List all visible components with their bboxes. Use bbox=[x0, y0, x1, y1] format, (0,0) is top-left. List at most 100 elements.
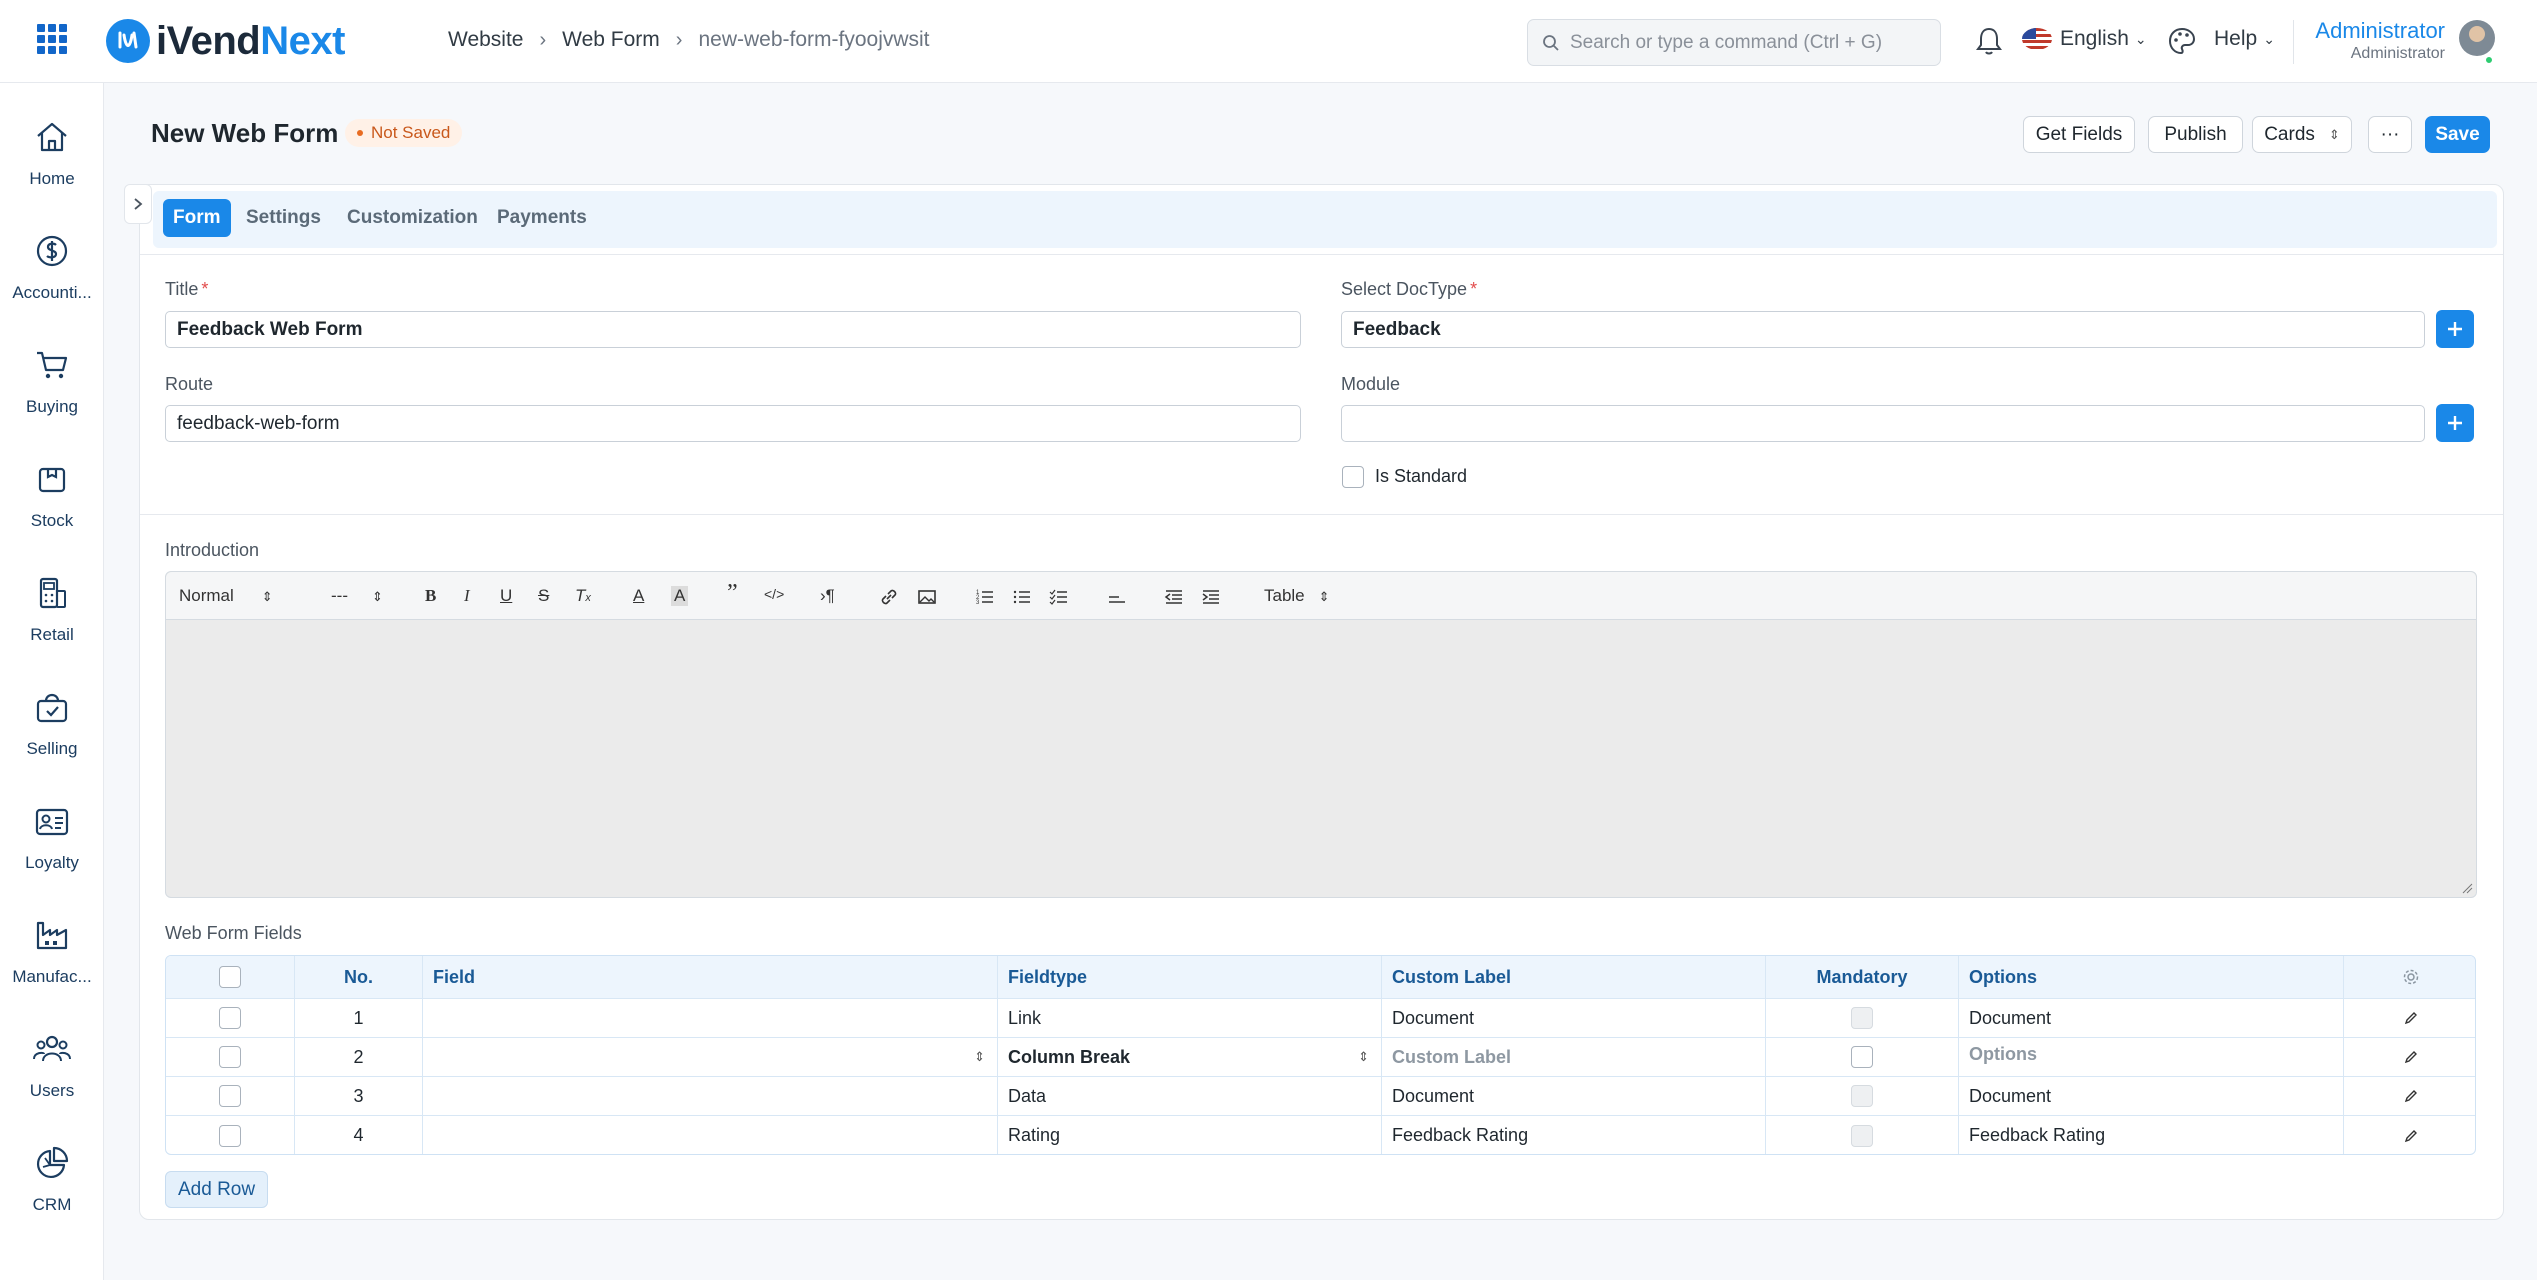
sidebar-item-stock[interactable]: Stock bbox=[0, 461, 104, 561]
sidebar-item-buying[interactable]: Buying bbox=[0, 347, 104, 447]
mandatory-checkbox[interactable] bbox=[1851, 1007, 1873, 1029]
ordered-list-icon[interactable]: 123 bbox=[974, 586, 996, 608]
blockquote-icon[interactable]: ” bbox=[727, 580, 738, 607]
paragraph-style-select[interactable]: Normal ⇕ bbox=[179, 586, 273, 606]
app-logo[interactable]: iVendNext bbox=[106, 18, 345, 64]
route-field[interactable]: feedback-web-form bbox=[165, 405, 1301, 442]
pencil-icon[interactable] bbox=[2403, 1088, 2419, 1104]
background-color-icon[interactable]: A bbox=[671, 586, 689, 606]
language-selector[interactable]: English ⌄ bbox=[2022, 27, 2147, 51]
tab-payments[interactable]: Payments bbox=[487, 199, 597, 237]
doctype-field[interactable]: Feedback bbox=[1341, 311, 2425, 348]
pencil-icon[interactable] bbox=[2403, 1049, 2419, 1065]
custom-label-cell[interactable]: Document bbox=[1382, 999, 1766, 1037]
sidebar-item-accounting[interactable]: Accounti... bbox=[0, 233, 104, 333]
font-select[interactable]: --- ⇕ bbox=[331, 586, 383, 606]
field-cell[interactable] bbox=[423, 999, 998, 1037]
field-cell[interactable] bbox=[423, 1077, 998, 1115]
bold-icon[interactable]: B bbox=[425, 586, 436, 606]
fieldtype-cell[interactable]: Rating bbox=[998, 1116, 1382, 1154]
publish-button[interactable]: Publish bbox=[2148, 116, 2243, 153]
table-row[interactable]: 4 Rating Feedback Rating Feedback Rating bbox=[166, 1116, 2475, 1154]
image-icon[interactable] bbox=[916, 586, 938, 608]
text-direction-icon[interactable]: ›¶ bbox=[820, 586, 835, 606]
outdent-icon[interactable] bbox=[1163, 586, 1185, 608]
view-mode-select[interactable]: Cards ⇕ bbox=[2252, 116, 2352, 153]
options-cell[interactable]: Feedback Rating bbox=[1959, 1116, 2344, 1154]
breadcrumb-website[interactable]: Website bbox=[448, 28, 523, 52]
row-checkbox[interactable] bbox=[219, 1046, 241, 1068]
sidebar-item-retail[interactable]: Retail bbox=[0, 575, 104, 675]
is-standard-checkbox[interactable] bbox=[1342, 466, 1364, 488]
table-select[interactable]: Table ⇕ bbox=[1264, 586, 1330, 606]
table-row[interactable]: 2 ⇕ Column Break ⇕ Custom Label Options bbox=[166, 1038, 2475, 1077]
search-input[interactable] bbox=[1570, 31, 1930, 54]
custom-label-cell[interactable]: Feedback Rating bbox=[1382, 1116, 1766, 1154]
tab-settings[interactable]: Settings bbox=[236, 199, 331, 237]
add-doctype-button[interactable] bbox=[2436, 310, 2474, 348]
title-field[interactable]: Feedback Web Form bbox=[165, 311, 1301, 348]
row-checkbox[interactable] bbox=[219, 1124, 241, 1147]
add-row-button[interactable]: Add Row bbox=[165, 1171, 269, 1208]
options-cell[interactable]: Document bbox=[1959, 999, 2344, 1037]
more-actions-button[interactable]: ··· bbox=[2368, 116, 2412, 153]
gear-icon[interactable] bbox=[2402, 968, 2420, 986]
user-name[interactable]: Administrator bbox=[2315, 18, 2445, 44]
theme-palette-icon[interactable] bbox=[2167, 26, 2197, 56]
resize-handle-icon[interactable] bbox=[2461, 882, 2473, 894]
clear-format-icon[interactable]: Tx bbox=[575, 586, 591, 606]
indent-icon[interactable] bbox=[1200, 586, 1222, 608]
save-button[interactable]: Save bbox=[2425, 116, 2490, 153]
field-select[interactable]: ⇕ bbox=[423, 1038, 998, 1076]
add-module-button[interactable] bbox=[2436, 404, 2474, 442]
checklist-icon[interactable] bbox=[1048, 586, 1070, 608]
code-icon[interactable]: </> bbox=[764, 586, 784, 602]
options-cell[interactable]: Document bbox=[1959, 1077, 2344, 1115]
text-color-icon[interactable]: A bbox=[633, 586, 644, 606]
pencil-icon[interactable] bbox=[2403, 1128, 2419, 1144]
mandatory-checkbox[interactable] bbox=[1851, 1046, 1873, 1068]
sidebar-item-selling[interactable]: Selling bbox=[0, 689, 104, 789]
custom-label-cell[interactable]: Document bbox=[1382, 1077, 1766, 1115]
field-cell[interactable] bbox=[423, 1116, 998, 1154]
options-textarea[interactable]: Options bbox=[1959, 1038, 2344, 1076]
custom-label-input[interactable]: Custom Label bbox=[1382, 1038, 1766, 1076]
sidebar-item-users[interactable]: Users bbox=[0, 1031, 104, 1131]
mandatory-checkbox[interactable] bbox=[1851, 1085, 1873, 1107]
table-row[interactable]: 3 Data Document Document bbox=[166, 1077, 2475, 1116]
row-checkbox[interactable] bbox=[219, 1007, 241, 1029]
sidebar-item-home[interactable]: Home bbox=[0, 119, 104, 219]
column-settings-cell bbox=[2344, 956, 2475, 998]
italic-icon[interactable]: I bbox=[464, 586, 470, 606]
tab-customization[interactable]: Customization bbox=[337, 199, 488, 237]
help-menu[interactable]: Help ⌄ bbox=[2214, 27, 2275, 51]
sidebar-item-crm[interactable]: CRM bbox=[0, 1145, 104, 1245]
sidebar-item-loyalty[interactable]: Loyalty bbox=[0, 803, 104, 903]
mandatory-checkbox[interactable] bbox=[1851, 1124, 1873, 1147]
notification-bell-icon[interactable] bbox=[1974, 25, 2004, 57]
fieldtype-cell[interactable]: Data bbox=[998, 1077, 1382, 1115]
get-fields-button[interactable]: Get Fields bbox=[2023, 116, 2135, 153]
mandatory-cell bbox=[1766, 1038, 1959, 1076]
app-grid-icon[interactable] bbox=[37, 24, 67, 54]
row-checkbox[interactable] bbox=[219, 1085, 241, 1107]
pencil-icon[interactable] bbox=[2403, 1010, 2419, 1026]
editor-content-area[interactable] bbox=[166, 620, 2476, 897]
module-label: Module bbox=[1341, 374, 1401, 394]
table-row[interactable]: 1 Link Document Document bbox=[166, 999, 2475, 1038]
search-bar[interactable] bbox=[1527, 19, 1941, 66]
underline-icon[interactable]: U bbox=[500, 586, 512, 606]
align-left-icon[interactable] bbox=[1106, 586, 1128, 608]
strikethrough-icon[interactable]: S bbox=[538, 586, 549, 606]
fieldtype-select[interactable]: Column Break ⇕ bbox=[998, 1038, 1382, 1076]
module-field[interactable] bbox=[1341, 405, 2425, 442]
link-icon[interactable] bbox=[878, 586, 900, 608]
sidebar-toggle-button[interactable] bbox=[124, 184, 152, 224]
select-all-checkbox[interactable] bbox=[219, 966, 241, 988]
avatar[interactable] bbox=[2459, 20, 2495, 56]
fieldtype-cell[interactable]: Link bbox=[998, 999, 1382, 1037]
bullet-list-icon[interactable] bbox=[1011, 586, 1033, 608]
sidebar-item-manufacturing[interactable]: Manufac... bbox=[0, 917, 104, 1017]
tab-form[interactable]: Form bbox=[163, 199, 231, 237]
breadcrumb-web-form[interactable]: Web Form bbox=[562, 28, 660, 52]
